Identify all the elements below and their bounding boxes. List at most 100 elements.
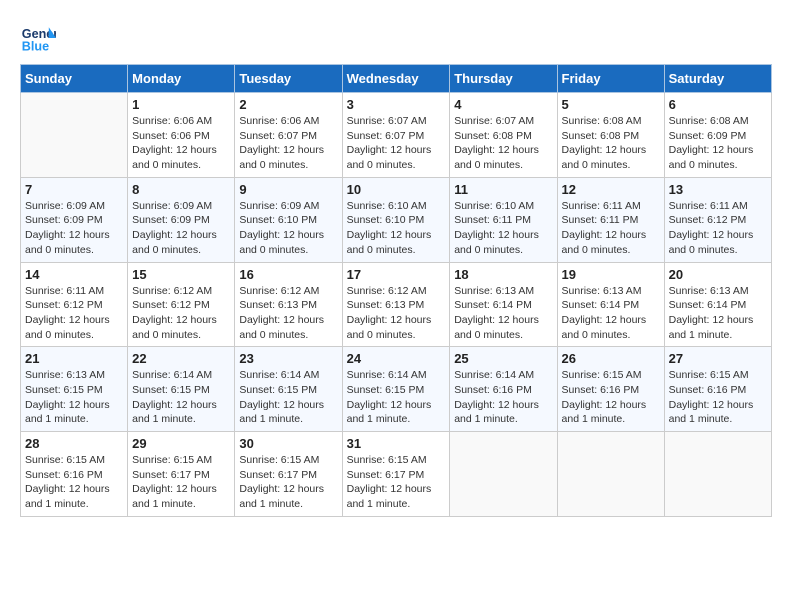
day-detail: Sunrise: 6:10 AMSunset: 6:10 PMDaylight:… <box>347 199 446 258</box>
day-detail: Sunrise: 6:11 AMSunset: 6:12 PMDaylight:… <box>669 199 767 258</box>
day-number: 13 <box>669 182 767 197</box>
day-detail: Sunrise: 6:15 AMSunset: 6:17 PMDaylight:… <box>132 453 230 512</box>
weekday-header: Sunday <box>21 65 128 93</box>
calendar-week-row: 28 Sunrise: 6:15 AMSunset: 6:16 PMDayligh… <box>21 432 772 517</box>
calendar-day-cell: 15Sunrise: 6:12 AMSunset: 6:12 PMDayligh… <box>128 262 235 347</box>
calendar-header: SundayMondayTuesdayWednesdayThursdayFrid… <box>21 65 772 93</box>
calendar-day-cell: 26 Sunrise: 6:15 AMSunset: 6:16 PMDayligh… <box>557 347 664 432</box>
day-detail: Sunrise: 6:07 AMSunset: 6:08 PMDaylight:… <box>454 114 552 173</box>
day-detail: Sunrise: 6:07 AMSunset: 6:07 PMDaylight:… <box>347 114 446 173</box>
calendar-day-cell: 23 Sunrise: 6:14 AMSunset: 6:15 PMDayligh… <box>235 347 342 432</box>
calendar-day-cell: 11 Sunrise: 6:10 AMSunset: 6:11 PMDayligh… <box>450 177 557 262</box>
day-detail: Sunrise: 6:14 AMSunset: 6:15 PMDaylight:… <box>347 368 446 427</box>
calendar-day-cell: 2 Sunrise: 6:06 AMSunset: 6:07 PMDaylight… <box>235 93 342 178</box>
calendar-day-cell: 28 Sunrise: 6:15 AMSunset: 6:16 PMDayligh… <box>21 432 128 517</box>
day-detail: Sunrise: 6:15 AMSunset: 6:16 PMDaylight:… <box>669 368 767 427</box>
day-detail: Sunrise: 6:13 AMSunset: 6:14 PMDaylight:… <box>669 284 767 343</box>
calendar-day-cell: 18 Sunrise: 6:13 AMSunset: 6:14 PMDayligh… <box>450 262 557 347</box>
day-number: 15 <box>132 267 230 282</box>
calendar-day-cell <box>557 432 664 517</box>
calendar-day-cell <box>664 432 771 517</box>
svg-text:Blue: Blue <box>22 40 49 54</box>
day-detail: Sunrise: 6:09 AMSunset: 6:09 PMDaylight:… <box>132 199 230 258</box>
weekday-header: Wednesday <box>342 65 450 93</box>
calendar-day-cell: 5 Sunrise: 6:08 AMSunset: 6:08 PMDaylight… <box>557 93 664 178</box>
day-detail: Sunrise: 6:08 AMSunset: 6:08 PMDaylight:… <box>562 114 660 173</box>
day-number: 17 <box>347 267 446 282</box>
day-detail: Sunrise: 6:15 AMSunset: 6:16 PMDaylight:… <box>25 453 123 512</box>
day-number: 12 <box>562 182 660 197</box>
day-number: 22 <box>132 351 230 366</box>
day-number: 19 <box>562 267 660 282</box>
calendar-week-row: 1 Sunrise: 6:06 AMSunset: 6:06 PMDaylight… <box>21 93 772 178</box>
day-number: 5 <box>562 97 660 112</box>
day-detail: Sunrise: 6:11 AMSunset: 6:12 PMDaylight:… <box>25 284 123 343</box>
day-number: 11 <box>454 182 552 197</box>
day-number: 18 <box>454 267 552 282</box>
day-number: 25 <box>454 351 552 366</box>
calendar-day-cell: 17 Sunrise: 6:12 AMSunset: 6:13 PMDayligh… <box>342 262 450 347</box>
day-number: 10 <box>347 182 446 197</box>
calendar-day-cell: 14 Sunrise: 6:11 AMSunset: 6:12 PMDayligh… <box>21 262 128 347</box>
day-detail: Sunrise: 6:15 AMSunset: 6:17 PMDaylight:… <box>239 453 337 512</box>
calendar-day-cell: 20 Sunrise: 6:13 AMSunset: 6:14 PMDayligh… <box>664 262 771 347</box>
day-number: 9 <box>239 182 337 197</box>
page-header: General Blue <box>20 20 772 56</box>
day-number: 2 <box>239 97 337 112</box>
calendar-day-cell: 7 Sunrise: 6:09 AMSunset: 6:09 PMDaylight… <box>21 177 128 262</box>
logo: General Blue <box>20 20 60 56</box>
calendar-day-cell: 4 Sunrise: 6:07 AMSunset: 6:08 PMDaylight… <box>450 93 557 178</box>
calendar-day-cell: 30 Sunrise: 6:15 AMSunset: 6:17 PMDayligh… <box>235 432 342 517</box>
day-number: 28 <box>25 436 123 451</box>
day-number: 27 <box>669 351 767 366</box>
weekday-header: Thursday <box>450 65 557 93</box>
day-detail: Sunrise: 6:13 AMSunset: 6:14 PMDaylight:… <box>454 284 552 343</box>
day-detail: Sunrise: 6:13 AMSunset: 6:15 PMDaylight:… <box>25 368 123 427</box>
calendar-day-cell: 27 Sunrise: 6:15 AMSunset: 6:16 PMDayligh… <box>664 347 771 432</box>
day-detail: Sunrise: 6:10 AMSunset: 6:11 PMDaylight:… <box>454 199 552 258</box>
calendar-day-cell <box>21 93 128 178</box>
calendar-day-cell: 25 Sunrise: 6:14 AMSunset: 6:16 PMDayligh… <box>450 347 557 432</box>
day-number: 7 <box>25 182 123 197</box>
weekday-header: Tuesday <box>235 65 342 93</box>
calendar-day-cell: 29 Sunrise: 6:15 AMSunset: 6:17 PMDayligh… <box>128 432 235 517</box>
calendar-day-cell: 3 Sunrise: 6:07 AMSunset: 6:07 PMDaylight… <box>342 93 450 178</box>
day-detail: Sunrise: 6:14 AMSunset: 6:15 PMDaylight:… <box>239 368 337 427</box>
calendar-day-cell: 8Sunrise: 6:09 AMSunset: 6:09 PMDaylight… <box>128 177 235 262</box>
day-number: 23 <box>239 351 337 366</box>
calendar-day-cell: 9Sunrise: 6:09 AMSunset: 6:10 PMDaylight… <box>235 177 342 262</box>
day-number: 29 <box>132 436 230 451</box>
weekday-header: Monday <box>128 65 235 93</box>
day-detail: Sunrise: 6:11 AMSunset: 6:11 PMDaylight:… <box>562 199 660 258</box>
calendar-table: SundayMondayTuesdayWednesdayThursdayFrid… <box>20 64 772 517</box>
day-number: 31 <box>347 436 446 451</box>
weekday-header: Saturday <box>664 65 771 93</box>
day-detail: Sunrise: 6:15 AMSunset: 6:16 PMDaylight:… <box>562 368 660 427</box>
day-detail: Sunrise: 6:09 AMSunset: 6:09 PMDaylight:… <box>25 199 123 258</box>
day-detail: Sunrise: 6:08 AMSunset: 6:09 PMDaylight:… <box>669 114 767 173</box>
day-number: 21 <box>25 351 123 366</box>
calendar-day-cell: 22Sunrise: 6:14 AMSunset: 6:15 PMDayligh… <box>128 347 235 432</box>
day-number: 1 <box>132 97 230 112</box>
day-number: 26 <box>562 351 660 366</box>
day-number: 14 <box>25 267 123 282</box>
calendar-day-cell: 12 Sunrise: 6:11 AMSunset: 6:11 PMDayligh… <box>557 177 664 262</box>
day-number: 24 <box>347 351 446 366</box>
calendar-day-cell: 1 Sunrise: 6:06 AMSunset: 6:06 PMDaylight… <box>128 93 235 178</box>
day-detail: Sunrise: 6:06 AMSunset: 6:06 PMDaylight:… <box>132 114 230 173</box>
day-detail: Sunrise: 6:14 AMSunset: 6:16 PMDaylight:… <box>454 368 552 427</box>
day-number: 20 <box>669 267 767 282</box>
calendar-day-cell: 10 Sunrise: 6:10 AMSunset: 6:10 PMDayligh… <box>342 177 450 262</box>
day-number: 4 <box>454 97 552 112</box>
day-detail: Sunrise: 6:12 AMSunset: 6:13 PMDaylight:… <box>239 284 337 343</box>
day-detail: Sunrise: 6:06 AMSunset: 6:07 PMDaylight:… <box>239 114 337 173</box>
day-detail: Sunrise: 6:12 AMSunset: 6:13 PMDaylight:… <box>347 284 446 343</box>
calendar-day-cell: 16Sunrise: 6:12 AMSunset: 6:13 PMDayligh… <box>235 262 342 347</box>
day-number: 3 <box>347 97 446 112</box>
day-detail: Sunrise: 6:13 AMSunset: 6:14 PMDaylight:… <box>562 284 660 343</box>
calendar-day-cell: 24 Sunrise: 6:14 AMSunset: 6:15 PMDayligh… <box>342 347 450 432</box>
day-detail: Sunrise: 6:15 AMSunset: 6:17 PMDaylight:… <box>347 453 446 512</box>
calendar-day-cell: 19 Sunrise: 6:13 AMSunset: 6:14 PMDayligh… <box>557 262 664 347</box>
day-number: 30 <box>239 436 337 451</box>
weekday-header: Friday <box>557 65 664 93</box>
